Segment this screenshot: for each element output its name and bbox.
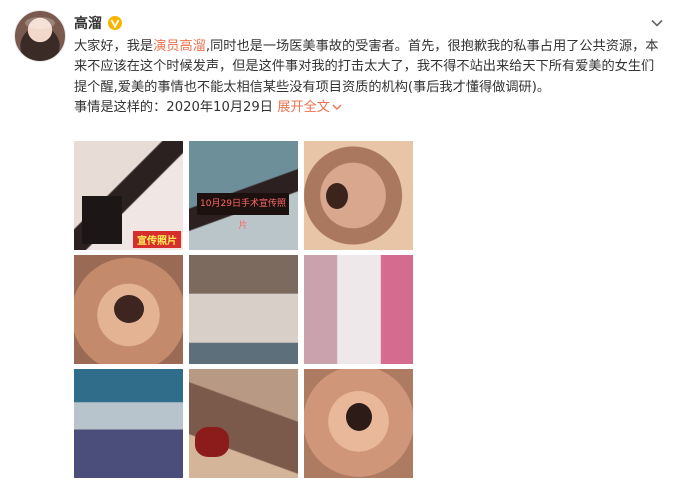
username[interactable]: 高溜 — [74, 13, 102, 33]
photo-badge: 宣传照片 — [133, 231, 181, 248]
expand-full-text-link[interactable]: 展开全文 — [277, 100, 342, 115]
post-content: 大家好，我是演员高溜,同时也是一场医美事故的受害者。首先，很抱歉我的私事占用了公… — [74, 37, 664, 119]
photo-thumbnail[interactable]: 宣传照片 — [74, 141, 183, 250]
photo-thumbnail[interactable] — [304, 255, 413, 364]
chevron-down-icon — [332, 104, 342, 111]
photo-caption: 10月29日手术宣传照片 — [197, 193, 289, 231]
photo-grid: 宣传照片 10月29日手术宣传照片 — [74, 141, 413, 478]
photo-thumbnail[interactable] — [74, 255, 183, 364]
chevron-down-icon[interactable] — [650, 15, 664, 29]
photo-thumbnail[interactable] — [189, 255, 298, 364]
post-header: 高溜 — [74, 13, 122, 33]
post-text-date: 事情是这样的：2020年10月29日 — [74, 100, 273, 116]
photo-thumbnail[interactable]: 10月29日手术宣传照片 — [189, 141, 298, 250]
avatar[interactable] — [14, 10, 66, 62]
photo-thumbnail[interactable] — [74, 369, 183, 478]
photo-thumbnail[interactable] — [304, 369, 413, 478]
photo-thumbnail[interactable] — [304, 141, 413, 250]
verified-badge-icon — [108, 16, 122, 30]
post-text-intro: 大家好，我是 — [74, 39, 154, 54]
photo-thumbnail[interactable] — [189, 369, 298, 478]
mention-link[interactable]: 演员高溜 — [153, 39, 206, 54]
